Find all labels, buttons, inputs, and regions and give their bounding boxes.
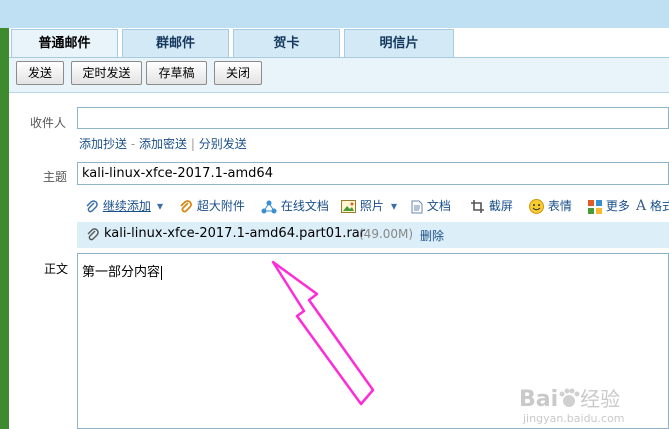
left-strip — [0, 28, 9, 429]
large-paperclip-icon — [180, 199, 192, 212]
delete-attachment-link[interactable]: 删除 — [420, 227, 444, 244]
continue-add-button[interactable]: 继续添加 — [85, 193, 151, 219]
watermark-brand: Bai — [519, 387, 559, 412]
emoji-label: 表情 — [547, 199, 572, 213]
watermark-url: jingyan.baidu.com — [523, 412, 625, 425]
watermark-brand-cn: 经验 — [580, 387, 621, 411]
format-button[interactable]: A 格式 — [636, 193, 669, 219]
recipient-options: 添加抄送 - 添加密送 | 分别发送 — [79, 135, 247, 152]
tab-greeting-card[interactable]: 贺卡 — [233, 29, 340, 57]
recipient-label: 收件人 — [30, 116, 67, 130]
font-a-icon: A — [636, 198, 647, 214]
photos-button[interactable]: 照片 — [341, 193, 384, 219]
paperclip-icon — [86, 199, 98, 212]
crop-icon — [471, 200, 484, 213]
share-nodes-icon — [261, 200, 277, 213]
format-label: 格式 — [649, 199, 669, 213]
screenshot-button[interactable]: 截屏 — [470, 193, 513, 219]
send-button[interactable]: 发送 — [16, 61, 64, 85]
large-attachment-button[interactable]: 超大附件 — [179, 193, 245, 219]
add-bcc-link[interactable]: 添加密送 — [139, 137, 187, 151]
baidu-watermark: Bai 经验 jingyan.baidu.com — [519, 383, 625, 425]
close-button[interactable]: 关闭 — [214, 61, 262, 85]
more-label: 更多 — [605, 199, 630, 213]
screenshot-label: 截屏 — [488, 199, 513, 213]
subject-label: 主题 — [43, 170, 68, 184]
add-cc-link[interactable]: 添加抄送 — [79, 137, 127, 151]
online-docs-label: 在线文档 — [280, 199, 329, 213]
compose-toolbar: 发送 定时发送 存草稿 关闭 — [9, 58, 669, 93]
docs-button[interactable]: 文档 — [411, 193, 451, 219]
document-icon — [411, 200, 423, 213]
attachment-paperclip-icon — [87, 228, 99, 241]
continue-add-dropdown[interactable]: ▾ — [157, 193, 163, 219]
emoji-button[interactable]: 表情 — [529, 193, 572, 219]
paw-logo-icon — [559, 388, 580, 407]
tab-postcard[interactable]: 明信片 — [344, 29, 454, 57]
separate-send-link[interactable]: 分别发送 — [199, 137, 247, 151]
tab-normal-mail[interactable]: 普通邮件 — [11, 29, 118, 57]
compose-panel: 普通邮件 群邮件 贺卡 明信片 发送 定时发送 存草稿 关闭 收件人 添加抄送 … — [9, 28, 669, 429]
continue-add-label: 继续添加 — [102, 199, 151, 213]
scheduled-send-button[interactable]: 定时发送 — [71, 61, 142, 85]
smiley-icon — [529, 199, 544, 214]
recipient-input[interactable] — [77, 107, 669, 129]
tab-group-mail[interactable]: 群邮件 — [122, 29, 229, 57]
cc-bcc-separator: - — [130, 137, 136, 151]
bcc-separate-separator: | — [190, 137, 195, 151]
online-docs-button[interactable]: 在线文档 — [261, 193, 329, 219]
text-cursor — [161, 265, 163, 280]
top-band — [0, 0, 669, 28]
body-content: 第一部分内容 — [82, 265, 161, 280]
more-button[interactable]: 更多 — [588, 193, 630, 219]
photos-label: 照片 — [359, 199, 384, 213]
attachment-toolbar: 继续添加 ▾ 超大附件 在线文档 照片 ▾ 文档 截屏 表情 更多 A 格式 — [85, 193, 669, 219]
photos-dropdown[interactable]: ▾ — [391, 193, 397, 219]
grid-icon — [588, 199, 602, 214]
docs-label: 文档 — [426, 199, 451, 213]
large-attachment-label: 超大附件 — [196, 199, 245, 213]
body-label: 正文 — [44, 262, 69, 276]
subject-input[interactable]: kali-linux-xfce-2017.1-amd64 — [77, 162, 669, 185]
save-draft-button[interactable]: 存草稿 — [146, 61, 207, 85]
photo-icon — [341, 200, 356, 213]
body-text: 第一部分内容 — [82, 261, 163, 280]
annotation-arrow — [271, 260, 375, 406]
